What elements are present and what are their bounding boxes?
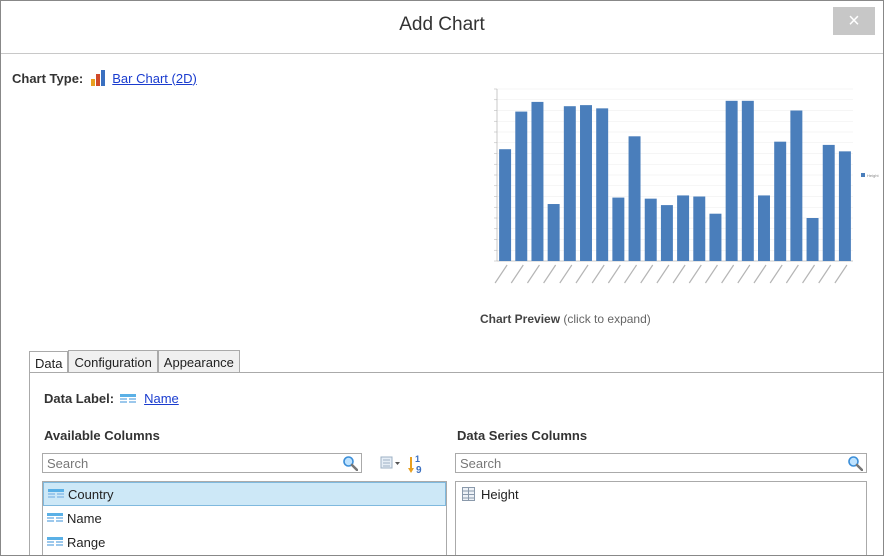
svg-text:9: 9 [416, 465, 422, 474]
chart-bar [547, 204, 560, 261]
x-tick-label [818, 264, 832, 284]
chart-bar [838, 151, 851, 261]
x-tick-label [721, 264, 735, 284]
dialog-title: Add Chart [399, 14, 485, 35]
available-search-placeholder: Search [47, 456, 89, 471]
list-item-label: Range [67, 534, 106, 550]
x-tick-label [640, 264, 654, 284]
chart-preview-caption: Chart Preview (click to expand) [480, 312, 651, 326]
available-search-input[interactable]: Search [42, 453, 362, 473]
tab-bar: Data Configuration Appearance [29, 350, 240, 374]
x-tick-label [526, 264, 540, 284]
chart-bar [580, 105, 592, 261]
search-icon[interactable] [342, 455, 358, 471]
data-label-link[interactable]: Name [144, 391, 179, 406]
x-tick-label [753, 264, 767, 284]
x-tick-label [591, 264, 605, 284]
data-tab-panel: Data Label: Name Available Columns Data … [29, 372, 883, 555]
x-tick-label [494, 264, 508, 284]
list-item-label: Name [67, 510, 102, 526]
chart-preview-hint: (click to expand) [563, 312, 651, 326]
list-item[interactable]: Height [456, 482, 866, 506]
series-search-input[interactable]: Search [455, 453, 867, 473]
chart-bar [725, 100, 738, 261]
numeric-column-icon [462, 487, 475, 501]
chart-bar [644, 198, 657, 261]
legend-label: Height [867, 173, 879, 178]
chart-bar [693, 196, 706, 261]
tab-configuration[interactable]: Configuration [68, 350, 158, 373]
x-tick-label [672, 264, 686, 284]
chart-type-label: Chart Type: [12, 70, 84, 86]
x-tick-label [769, 264, 783, 284]
x-tick-label [543, 264, 557, 284]
x-tick-label [737, 264, 751, 284]
data-series-columns-header: Data Series Columns [457, 428, 588, 443]
tab-data[interactable]: Data [29, 351, 69, 374]
chart-bar [822, 144, 835, 261]
column-icon [120, 393, 137, 403]
legend-swatch [861, 173, 865, 177]
list-item[interactable]: Country [43, 482, 446, 506]
chart-preview[interactable]: Height [479, 81, 879, 301]
list-item-label: Height [481, 486, 519, 502]
x-tick-label [624, 264, 638, 284]
chart-bar [774, 141, 787, 261]
tab-appearance[interactable]: Appearance [157, 350, 240, 373]
x-tick-label [802, 264, 816, 284]
chart-bar [660, 205, 673, 261]
dialog-titlebar: Add Chart × [1, 1, 883, 54]
x-tick-label [704, 264, 718, 284]
chart-bar [515, 111, 528, 261]
x-tick-label [559, 264, 573, 284]
x-tick-label [510, 264, 524, 284]
chart-bar [758, 195, 770, 261]
column-icon [47, 537, 63, 546]
filter-dropdown-icon[interactable] [380, 454, 402, 472]
list-item[interactable]: Name [43, 506, 446, 530]
column-icon [48, 489, 64, 498]
list-item-label: Country [68, 486, 114, 502]
add-chart-dialog: Add Chart × Chart Type: Bar Chart (2D) H… [0, 0, 884, 556]
chart-bar [499, 149, 512, 261]
sort-icon[interactable]: 1 9 [407, 454, 425, 474]
available-columns-header: Available Columns [44, 428, 160, 443]
x-tick-label [575, 264, 589, 284]
svg-text:1: 1 [415, 454, 420, 464]
chart-bar [741, 100, 754, 261]
chart-bar [806, 218, 819, 261]
x-tick-label [688, 264, 702, 284]
x-tick-label [834, 264, 848, 284]
data-label-row: Data Label: Name [44, 391, 179, 406]
available-columns-list[interactable]: Country Name Range [42, 481, 447, 555]
chart-type-link[interactable]: Bar Chart (2D) [112, 71, 197, 86]
data-series-list[interactable]: Height [455, 481, 867, 555]
list-item[interactable]: Range [43, 530, 446, 554]
chart-bar [790, 110, 803, 261]
bar-chart-icon [91, 70, 107, 86]
chart-bar [677, 195, 690, 261]
chart-bar [709, 213, 722, 261]
x-tick-label [656, 264, 670, 284]
column-icon [47, 513, 63, 522]
x-tick-label [785, 264, 799, 284]
chart-bar [612, 197, 625, 261]
close-button[interactable]: × [833, 7, 875, 35]
chart-bar [596, 108, 609, 261]
series-search-placeholder: Search [460, 456, 502, 471]
chart-bar [628, 136, 641, 261]
x-tick-label [607, 264, 621, 284]
chart-type-row: Chart Type: Bar Chart (2D) [12, 70, 197, 86]
chart-bar [563, 106, 576, 261]
search-icon[interactable] [847, 455, 863, 471]
chart-bar [531, 101, 544, 262]
data-label-label: Data Label: [44, 391, 115, 406]
chart-preview-label: Chart Preview [480, 312, 561, 326]
